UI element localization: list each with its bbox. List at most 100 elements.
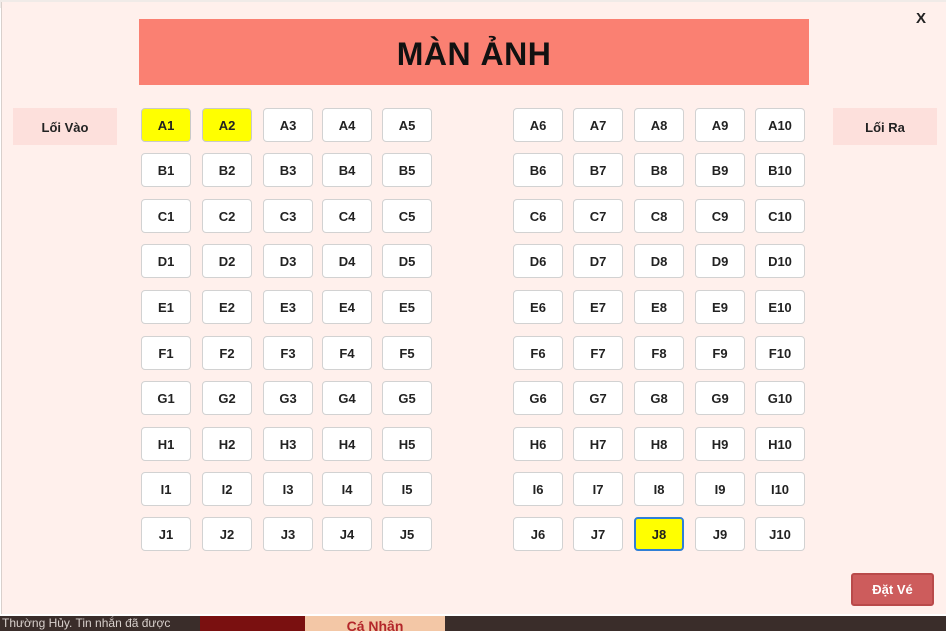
seat-c5[interactable]: C5: [382, 199, 432, 233]
seat-c1[interactable]: C1: [141, 199, 191, 233]
seat-e6[interactable]: E6: [513, 290, 563, 324]
seat-e9[interactable]: E9: [695, 290, 745, 324]
seat-a8[interactable]: A8: [634, 108, 684, 142]
seat-b1[interactable]: B1: [141, 153, 191, 187]
seat-h5[interactable]: H5: [382, 427, 432, 461]
seat-e10[interactable]: E10: [755, 290, 805, 324]
seat-a4[interactable]: A4: [322, 108, 372, 142]
seat-g9[interactable]: G9: [695, 381, 745, 415]
seat-f3[interactable]: F3: [263, 336, 313, 370]
seat-a5[interactable]: A5: [382, 108, 432, 142]
seat-e4[interactable]: E4: [322, 290, 372, 324]
seat-j5[interactable]: J5: [382, 517, 432, 551]
seat-j8[interactable]: J8: [634, 517, 684, 551]
seat-j4[interactable]: J4: [322, 517, 372, 551]
seat-g3[interactable]: G3: [263, 381, 313, 415]
seat-j2[interactable]: J2: [202, 517, 252, 551]
seat-d10[interactable]: D10: [755, 244, 805, 278]
seat-a3[interactable]: A3: [263, 108, 313, 142]
seat-i10[interactable]: I10: [755, 472, 805, 506]
seat-b3[interactable]: B3: [263, 153, 313, 187]
seat-d4[interactable]: D4: [322, 244, 372, 278]
seat-g2[interactable]: G2: [202, 381, 252, 415]
seat-h10[interactable]: H10: [755, 427, 805, 461]
seat-e8[interactable]: E8: [634, 290, 684, 324]
seat-e3[interactable]: E3: [263, 290, 313, 324]
seat-j9[interactable]: J9: [695, 517, 745, 551]
seat-i2[interactable]: I2: [202, 472, 252, 506]
seat-b2[interactable]: B2: [202, 153, 252, 187]
seat-c3[interactable]: C3: [263, 199, 313, 233]
seat-i6[interactable]: I6: [513, 472, 563, 506]
seat-e5[interactable]: E5: [382, 290, 432, 324]
seat-i5[interactable]: I5: [382, 472, 432, 506]
book-ticket-button[interactable]: Đặt Vé: [851, 573, 934, 606]
seat-b9[interactable]: B9: [695, 153, 745, 187]
seat-d6[interactable]: D6: [513, 244, 563, 278]
seat-e7[interactable]: E7: [573, 290, 623, 324]
seat-c4[interactable]: C4: [322, 199, 372, 233]
seat-d3[interactable]: D3: [263, 244, 313, 278]
seat-b8[interactable]: B8: [634, 153, 684, 187]
seat-b7[interactable]: B7: [573, 153, 623, 187]
seat-i3[interactable]: I3: [263, 472, 313, 506]
seat-e1[interactable]: E1: [141, 290, 191, 324]
seat-f4[interactable]: F4: [322, 336, 372, 370]
seat-a2[interactable]: A2: [202, 108, 252, 142]
seat-j6[interactable]: J6: [513, 517, 563, 551]
seat-f10[interactable]: F10: [755, 336, 805, 370]
seat-h3[interactable]: H3: [263, 427, 313, 461]
seat-c2[interactable]: C2: [202, 199, 252, 233]
seat-d2[interactable]: D2: [202, 244, 252, 278]
seat-h1[interactable]: H1: [141, 427, 191, 461]
seat-j1[interactable]: J1: [141, 517, 191, 551]
close-button[interactable]: X: [910, 8, 932, 30]
seat-f6[interactable]: F6: [513, 336, 563, 370]
seat-f2[interactable]: F2: [202, 336, 252, 370]
seat-h9[interactable]: H9: [695, 427, 745, 461]
seat-i7[interactable]: I7: [573, 472, 623, 506]
seat-f5[interactable]: F5: [382, 336, 432, 370]
seat-h7[interactable]: H7: [573, 427, 623, 461]
seat-j3[interactable]: J3: [263, 517, 313, 551]
seat-i4[interactable]: I4: [322, 472, 372, 506]
seat-g4[interactable]: G4: [322, 381, 372, 415]
seat-f8[interactable]: F8: [634, 336, 684, 370]
seat-d1[interactable]: D1: [141, 244, 191, 278]
seat-b6[interactable]: B6: [513, 153, 563, 187]
seat-b5[interactable]: B5: [382, 153, 432, 187]
seat-g8[interactable]: G8: [634, 381, 684, 415]
seat-a7[interactable]: A7: [573, 108, 623, 142]
seat-d5[interactable]: D5: [382, 244, 432, 278]
seat-e2[interactable]: E2: [202, 290, 252, 324]
seat-g7[interactable]: G7: [573, 381, 623, 415]
seat-j7[interactable]: J7: [573, 517, 623, 551]
seat-f7[interactable]: F7: [573, 336, 623, 370]
seat-a1[interactable]: A1: [141, 108, 191, 142]
seat-d8[interactable]: D8: [634, 244, 684, 278]
seat-c9[interactable]: C9: [695, 199, 745, 233]
seat-g1[interactable]: G1: [141, 381, 191, 415]
seat-c6[interactable]: C6: [513, 199, 563, 233]
seat-f1[interactable]: F1: [141, 336, 191, 370]
seat-g10[interactable]: G10: [755, 381, 805, 415]
seat-a9[interactable]: A9: [695, 108, 745, 142]
seat-c8[interactable]: C8: [634, 199, 684, 233]
seat-i1[interactable]: I1: [141, 472, 191, 506]
seat-h2[interactable]: H2: [202, 427, 252, 461]
seat-h4[interactable]: H4: [322, 427, 372, 461]
seat-d9[interactable]: D9: [695, 244, 745, 278]
seat-c7[interactable]: C7: [573, 199, 623, 233]
seat-f9[interactable]: F9: [695, 336, 745, 370]
seat-h8[interactable]: H8: [634, 427, 684, 461]
seat-h6[interactable]: H6: [513, 427, 563, 461]
seat-a6[interactable]: A6: [513, 108, 563, 142]
seat-i9[interactable]: I9: [695, 472, 745, 506]
seat-d7[interactable]: D7: [573, 244, 623, 278]
seat-b10[interactable]: B10: [755, 153, 805, 187]
seat-g6[interactable]: G6: [513, 381, 563, 415]
seat-j10[interactable]: J10: [755, 517, 805, 551]
seat-i8[interactable]: I8: [634, 472, 684, 506]
seat-b4[interactable]: B4: [322, 153, 372, 187]
seat-g5[interactable]: G5: [382, 381, 432, 415]
